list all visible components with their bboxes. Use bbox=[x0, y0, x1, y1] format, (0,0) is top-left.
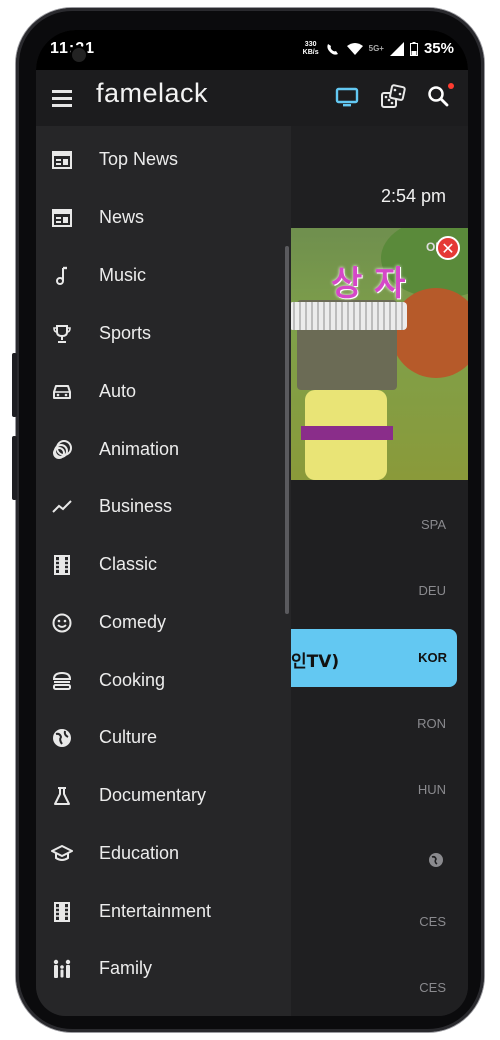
network-speed-unit: KB/s bbox=[302, 48, 319, 56]
front-camera bbox=[72, 48, 86, 62]
wifi-call-icon bbox=[325, 42, 341, 56]
drawer-item-label: Family bbox=[99, 958, 152, 978]
drawer-item-label: Animation bbox=[99, 439, 180, 459]
channel-language: DEU bbox=[418, 583, 446, 598]
network-type: 5G+ bbox=[368, 44, 384, 53]
network-speed-value: 330 bbox=[304, 40, 317, 48]
drawer-item-classic[interactable]: Classic bbox=[36, 535, 291, 593]
newspaper-icon bbox=[51, 149, 73, 171]
channel-language: HUN bbox=[417, 782, 446, 797]
app-bar: famelack bbox=[36, 70, 468, 126]
category-drawer: Top News News Music Sports Auto Animatio… bbox=[36, 126, 291, 1016]
tv-icon[interactable] bbox=[334, 84, 360, 110]
drawer-item-label: Culture bbox=[99, 727, 158, 747]
drawer-item-sports[interactable]: Sports bbox=[36, 304, 291, 362]
drawer-item-label: Business bbox=[99, 496, 173, 516]
car-icon bbox=[51, 381, 73, 403]
smiley-icon bbox=[51, 612, 73, 634]
battery-percent: 35% bbox=[423, 40, 454, 57]
drawer-item-label: Documentary bbox=[99, 785, 207, 805]
screen: 11:21 330 KB/s 5G+ 35% famelack 2:54 pm … bbox=[36, 30, 468, 1016]
program-time: 2:54 pm bbox=[380, 186, 446, 206]
family-icon bbox=[51, 958, 73, 980]
channel-language: CES bbox=[419, 914, 446, 929]
channel-content: 2:54 pm 상 자 OB ✕ SPA DEU 인TV) KOR RON HU… bbox=[291, 126, 468, 1016]
music-note-icon bbox=[51, 265, 73, 287]
drawer-item-family[interactable]: Family bbox=[36, 939, 291, 997]
drawer-item-cooking[interactable]: Cooking bbox=[36, 651, 291, 709]
drawer-item-label: Entertainment bbox=[99, 901, 212, 921]
trophy-icon bbox=[51, 323, 73, 345]
drawer-item-animation[interactable]: Animation bbox=[36, 420, 291, 478]
flask-icon bbox=[51, 785, 73, 807]
animation-icon bbox=[51, 439, 73, 461]
drawer-item-documentary[interactable]: Documentary bbox=[36, 766, 291, 824]
drawer-item-label: Education bbox=[99, 843, 180, 863]
drawer-item-label: Classic bbox=[99, 554, 158, 574]
notification-dot bbox=[448, 83, 454, 89]
drawer-item-education[interactable]: Education bbox=[36, 824, 291, 882]
search-icon[interactable] bbox=[426, 83, 454, 110]
video-character-sash bbox=[301, 426, 393, 440]
video-character-hat bbox=[291, 302, 407, 330]
film-icon bbox=[51, 901, 73, 923]
drawer-item-label: Top News bbox=[99, 149, 179, 169]
newspaper-icon bbox=[51, 207, 73, 229]
globe-icon bbox=[51, 727, 73, 749]
channel-language: CES bbox=[419, 980, 446, 995]
globe-icon bbox=[428, 852, 444, 868]
channel-language: KOR bbox=[418, 650, 447, 665]
app-bar-actions bbox=[334, 83, 454, 110]
graduation-cap-icon bbox=[51, 843, 73, 865]
drawer-item-top-news[interactable]: Top News bbox=[36, 130, 291, 188]
close-video-button[interactable]: ✕ bbox=[436, 236, 460, 260]
film-icon bbox=[51, 554, 73, 576]
drawer-item-label: Music bbox=[99, 265, 147, 285]
battery-icon bbox=[409, 41, 418, 56]
channel-language: RON bbox=[417, 716, 446, 731]
network-speed: 330 KB/s bbox=[303, 41, 319, 57]
drawer-item-auto[interactable]: Auto bbox=[36, 362, 291, 420]
volume-button bbox=[12, 436, 17, 500]
status-bar: 11:21 330 KB/s 5G+ 35% bbox=[36, 30, 468, 70]
drawer-item-culture[interactable]: Culture bbox=[36, 708, 291, 766]
drawer-item-comedy[interactable]: Comedy bbox=[36, 593, 291, 651]
drawer-item-music[interactable]: Music bbox=[36, 246, 291, 304]
drawer-item-entertainment[interactable]: Entertainment bbox=[36, 882, 291, 940]
burger-icon bbox=[51, 670, 73, 692]
menu-icon[interactable] bbox=[52, 90, 72, 107]
status-icons: 330 KB/s 5G+ 35% bbox=[303, 40, 454, 57]
drawer-item-label: News bbox=[99, 207, 145, 227]
channel-name: 인TV) bbox=[291, 652, 340, 672]
app-brand: famelack bbox=[96, 78, 209, 108]
signal-icon bbox=[389, 41, 404, 56]
drawer-item-label: Auto bbox=[99, 381, 137, 401]
volume-button bbox=[12, 353, 17, 417]
channel-language: SPA bbox=[420, 517, 446, 532]
drawer-item-business[interactable]: Business bbox=[36, 477, 291, 535]
drawer-item-label: Sports bbox=[99, 323, 152, 343]
video-overlay-title: 상 자 bbox=[331, 264, 406, 304]
trending-icon bbox=[51, 496, 73, 518]
selected-channel-row[interactable]: 인TV) KOR bbox=[291, 629, 457, 687]
wifi-icon bbox=[346, 42, 363, 56]
video-player[interactable]: 상 자 OB ✕ bbox=[291, 228, 468, 480]
drawer-item-label: Comedy bbox=[99, 612, 167, 632]
drawer-item-label: Cooking bbox=[99, 670, 166, 690]
dice-icon[interactable] bbox=[380, 84, 406, 110]
drawer-item-news[interactable]: News bbox=[36, 188, 291, 246]
